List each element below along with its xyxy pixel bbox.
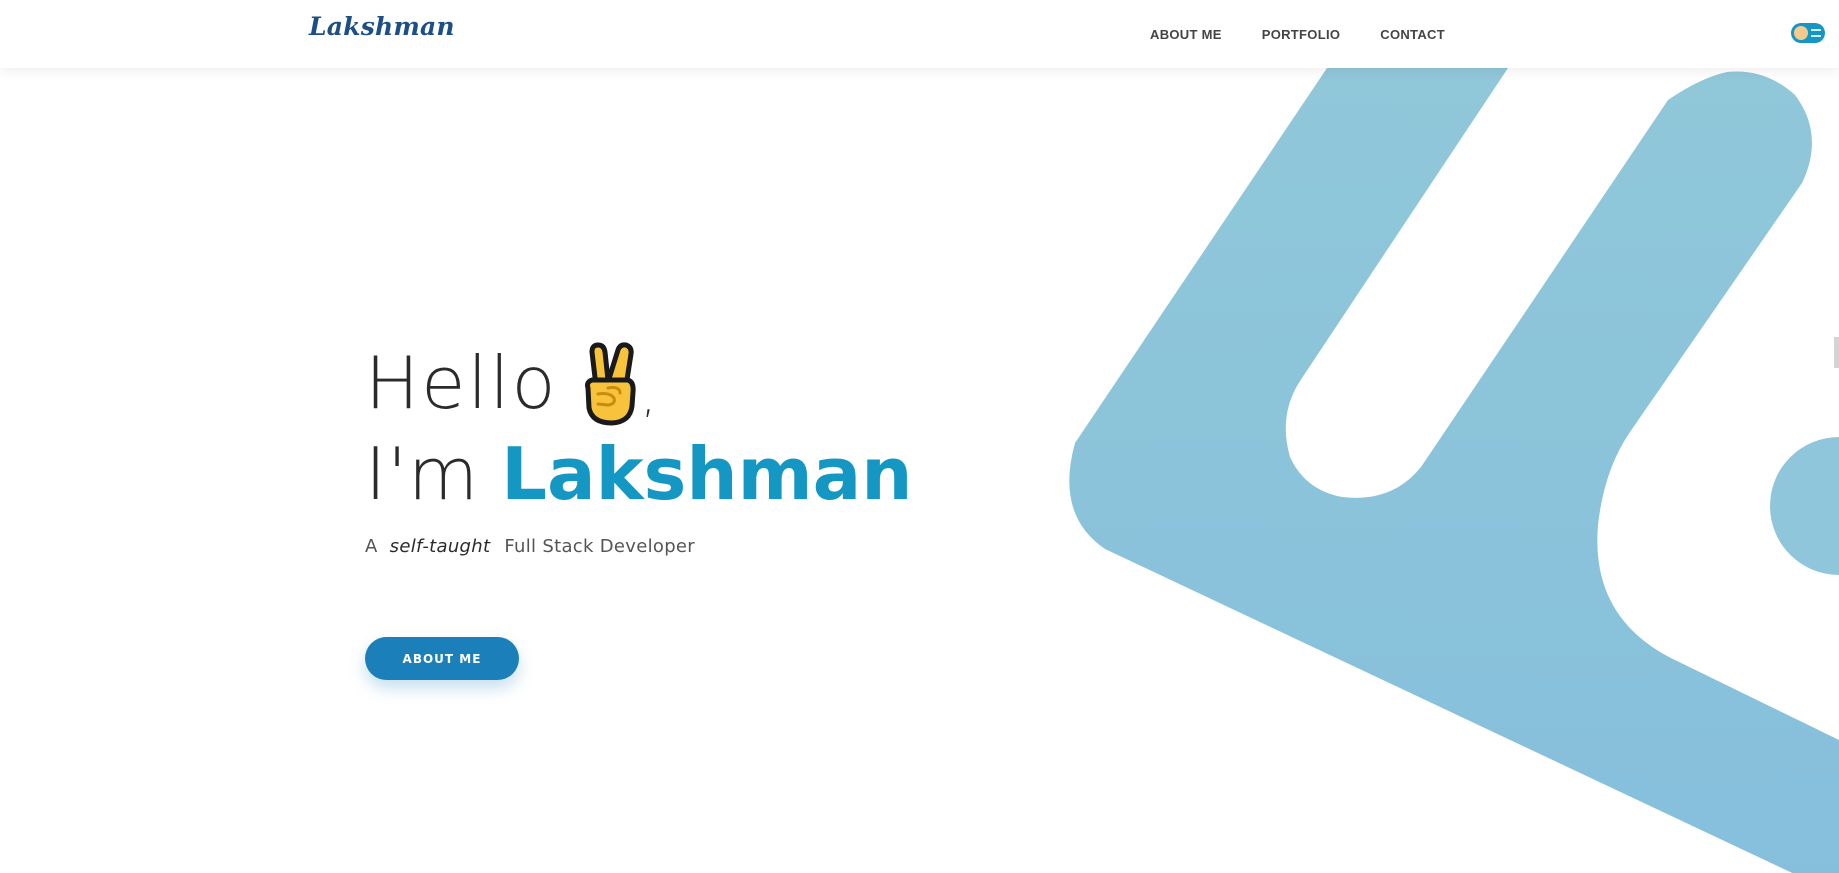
toggle-lines bbox=[1811, 29, 1821, 37]
nav-link-about-me[interactable]: ABOUT ME bbox=[1150, 27, 1222, 42]
tagline-prefix: A bbox=[365, 536, 378, 557]
tagline-emphasis: self-taught bbox=[389, 536, 491, 557]
toggle-knob bbox=[1794, 26, 1808, 40]
hero-section: Hello , I'm Lakshman A self-taught Full … bbox=[365, 340, 913, 557]
hook-shape bbox=[1069, 68, 1839, 873]
intro-text: I'm bbox=[365, 432, 480, 516]
name-line: I'm Lakshman bbox=[365, 428, 913, 520]
circle-shape bbox=[1770, 437, 1839, 575]
nav-link-portfolio[interactable]: PORTFOLIO bbox=[1262, 27, 1341, 42]
greeting-line: Hello , bbox=[365, 340, 913, 426]
background-shapes bbox=[1069, 0, 1839, 873]
hero-name: Lakshman bbox=[501, 432, 913, 516]
scrollbar-thumb[interactable] bbox=[1834, 337, 1839, 368]
greeting-comma: , bbox=[641, 372, 656, 423]
tagline-suffix: Full Stack Developer bbox=[504, 536, 695, 557]
theme-toggle-icon[interactable] bbox=[1791, 23, 1825, 43]
page: Lakshman ABOUT ME PORTFOLIO CONTACT Hell… bbox=[0, 0, 1839, 873]
tagline: A self-taught Full Stack Developer bbox=[365, 536, 913, 557]
site-logo[interactable]: Lakshman bbox=[309, 12, 455, 41]
victory-hand-icon bbox=[584, 342, 636, 426]
nav-links: ABOUT ME PORTFOLIO CONTACT bbox=[1150, 0, 1485, 68]
greeting-text: Hello bbox=[365, 341, 558, 425]
about-me-button[interactable]: ABOUT ME bbox=[365, 637, 519, 680]
nav-link-contact[interactable]: CONTACT bbox=[1380, 27, 1445, 42]
navbar: Lakshman ABOUT ME PORTFOLIO CONTACT bbox=[0, 0, 1839, 68]
